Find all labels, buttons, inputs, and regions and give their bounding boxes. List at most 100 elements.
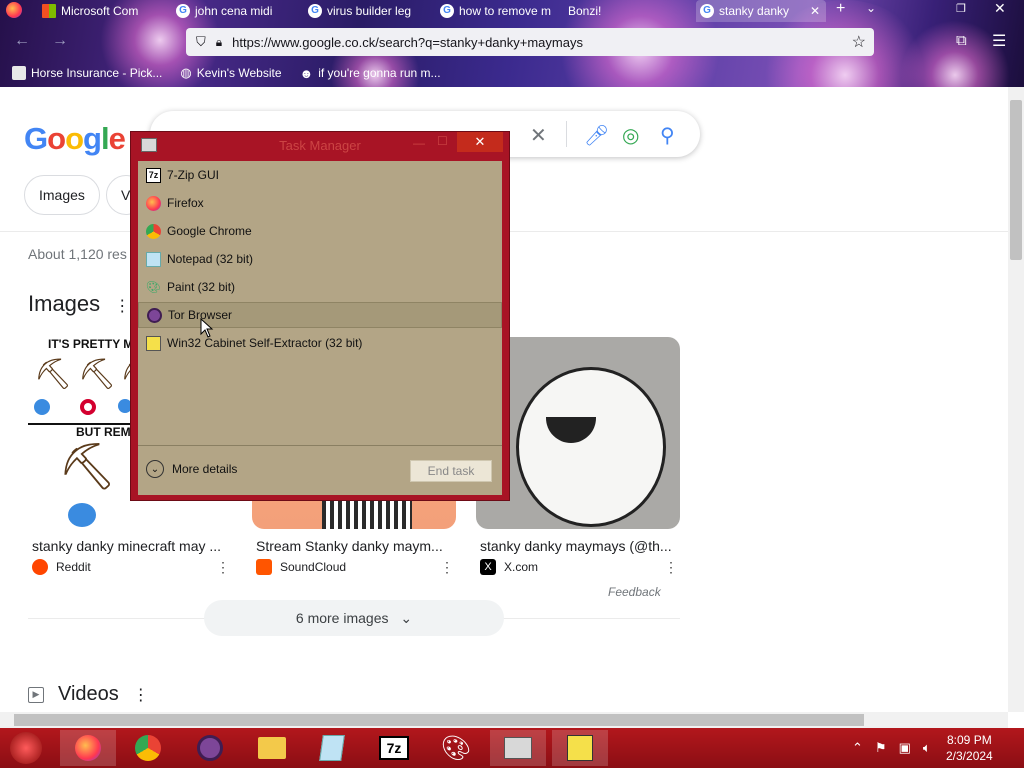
more-options-icon[interactable]: ⋮: [664, 559, 678, 576]
opera-icon: [80, 399, 96, 415]
minimize-icon[interactable]: —: [413, 136, 425, 150]
more-options-icon[interactable]: ⋮: [133, 685, 149, 705]
taskbar-firefox[interactable]: [60, 730, 116, 766]
google-icon: G: [176, 4, 190, 18]
tab-microsoft[interactable]: Microsoft Com: [38, 0, 168, 22]
clear-search-icon[interactable]: ✕: [530, 123, 547, 148]
end-task-button[interactable]: End task: [410, 460, 492, 482]
vertical-scrollbar-thumb[interactable]: [1010, 100, 1022, 260]
url-bar[interactable]: ⛉ 🔒︎ https://www.google.co.ck/search?q=s…: [186, 28, 874, 56]
face-icon: ☻: [299, 65, 314, 81]
bookmark-kevins-website[interactable]: ◍ Kevin's Website: [180, 65, 281, 81]
image-caption[interactable]: stanky danky maymays (@th...: [480, 538, 672, 554]
notepad-icon: [146, 251, 161, 267]
microphone-icon[interactable]: 🎤︎: [584, 123, 609, 148]
pickaxe-icon: ⛏: [58, 440, 117, 492]
7zip-icon: 7z: [146, 167, 161, 183]
chevron-down-icon: ⌄: [146, 460, 164, 478]
network-icon[interactable]: ▣: [899, 740, 911, 756]
bookmark-star-icon[interactable]: ☆: [852, 32, 866, 52]
more-images-button[interactable]: 6 more images ⌄: [204, 600, 504, 636]
restore-window-icon[interactable]: ❐: [956, 2, 966, 15]
more-options-icon[interactable]: ⋮: [440, 559, 454, 576]
shield-icon[interactable]: ⛉: [196, 34, 206, 50]
show-hidden-icons-icon[interactable]: ⌃: [852, 740, 863, 756]
clock[interactable]: 8:09 PM 2/3/2024: [946, 732, 993, 764]
start-button-icon[interactable]: [10, 732, 42, 764]
taskbar-7zip[interactable]: 7z: [366, 730, 422, 766]
microsoft-icon: [42, 4, 56, 18]
bookmark-if-youre-gonna[interactable]: ☻ if you're gonna run m...: [300, 66, 441, 81]
new-tab-icon[interactable]: +: [836, 0, 845, 18]
7zip-icon: 7z: [379, 736, 409, 760]
tab-list-icon[interactable]: ⌄: [866, 1, 876, 15]
image-caption[interactable]: Stream Stanky danky maym...: [256, 538, 443, 554]
taskbar-task-manager[interactable]: [490, 730, 546, 766]
app-row-7zip[interactable]: 7z 7-Zip GUI: [138, 162, 502, 188]
chevron-down-icon: ⌄: [400, 610, 413, 626]
tab-how-to-remove[interactable]: G how to remove m: [436, 0, 562, 22]
taskbar-paint[interactable]: 🎨︎: [428, 730, 484, 766]
tab-john-cena[interactable]: G john cena midi: [172, 0, 300, 22]
app-row-chrome[interactable]: Google Chrome: [138, 218, 502, 244]
extensions-icon[interactable]: ⧉: [956, 32, 967, 49]
feedback-link[interactable]: Feedback: [608, 585, 661, 599]
app-row-tor-browser[interactable]: Tor Browser: [138, 302, 502, 328]
chip-images[interactable]: Images: [24, 175, 100, 215]
more-options-icon[interactable]: ⋮: [216, 559, 230, 576]
hamburger-menu-icon[interactable]: ☰: [992, 31, 1006, 51]
taskbar-installer[interactable]: [552, 730, 608, 766]
firefox-menu-icon[interactable]: [6, 2, 22, 18]
x-icon: X: [480, 559, 496, 575]
installer-icon: [567, 735, 593, 761]
bookmark-horse-insurance[interactable]: Horse Insurance - Pick...: [12, 66, 162, 80]
globe-icon: ◍: [180, 65, 192, 80]
tor-icon: [197, 735, 223, 761]
flag-icon[interactable]: ⚑: [875, 740, 887, 756]
back-icon[interactable]: ←: [14, 32, 30, 50]
horizontal-scrollbar-thumb[interactable]: [14, 714, 864, 726]
image-source[interactable]: SoundCloud: [256, 559, 346, 575]
search-icon[interactable]: ⚲: [660, 123, 675, 148]
task-manager-icon: [504, 737, 532, 759]
play-icon: ▶: [28, 686, 44, 703]
tab-bonzi[interactable]: Bonzi!: [564, 0, 692, 22]
tor-icon: [147, 307, 162, 323]
firefox-icon: [146, 195, 161, 211]
tab-stanky-danky[interactable]: G stanky danky ✕: [696, 0, 826, 22]
ie-icon: [34, 399, 50, 415]
volume-muted-icon[interactable]: 🔈︎: [923, 740, 931, 756]
taskbar-tor[interactable]: [182, 730, 238, 766]
image-source[interactable]: X X.com: [480, 559, 538, 575]
app-row-firefox[interactable]: Firefox: [138, 190, 502, 216]
window-title: Task Manager: [279, 138, 361, 153]
app-row-cabinet-extractor[interactable]: Win32 Cabinet Self-Extractor (32 bit): [138, 330, 502, 356]
pickaxe-icon: ⛏: [34, 358, 73, 391]
close-button[interactable]: ✕: [457, 132, 503, 152]
close-tab-icon[interactable]: ✕: [810, 2, 826, 20]
folder-icon: [258, 737, 286, 759]
browser-toolbar: Microsoft Com G john cena midi G virus b…: [0, 0, 1024, 87]
close-window-icon[interactable]: ✕: [994, 0, 1006, 17]
app-list-panel: 7z 7-Zip GUI Firefox Google Chrome Notep…: [138, 161, 502, 495]
app-row-paint[interactable]: 🎨︎ Paint (32 bit): [138, 274, 502, 300]
lock-icon[interactable]: 🔒︎: [216, 35, 222, 50]
result-count: About 1,120 res: [28, 246, 127, 262]
taskbar-chrome[interactable]: [120, 730, 176, 766]
system-tray: ⌃ ⚑ ▣ 🔈︎: [852, 740, 931, 756]
taskbar-notepad[interactable]: [304, 730, 360, 766]
forward-icon[interactable]: →: [52, 32, 68, 50]
image-caption[interactable]: stanky danky minecraft may ...: [32, 538, 221, 554]
clock-date: 2/3/2024: [946, 749, 993, 763]
more-options-icon[interactable]: ⋮: [114, 298, 130, 315]
url-text[interactable]: https://www.google.co.ck/search?q=stanky…: [232, 35, 583, 50]
google-logo[interactable]: Google: [24, 121, 126, 157]
app-row-notepad[interactable]: Notepad (32 bit): [138, 246, 502, 272]
lens-icon[interactable]: ◎: [622, 123, 639, 148]
tab-virus-builder[interactable]: G virus builder leg: [304, 0, 432, 22]
more-details-toggle[interactable]: ⌄ More details: [146, 460, 237, 478]
taskbar-file-explorer[interactable]: [244, 730, 300, 766]
maximize-icon[interactable]: ☐: [437, 134, 448, 148]
image-source[interactable]: Reddit: [32, 559, 91, 575]
mouse-cursor-icon: [200, 318, 214, 338]
